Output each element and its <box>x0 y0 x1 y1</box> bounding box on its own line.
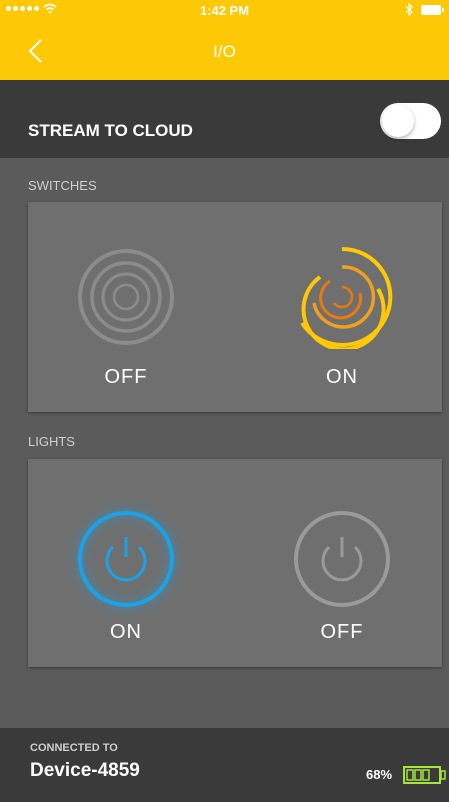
connected-to-label: CONNECTED TO <box>30 742 118 754</box>
switch-1-button[interactable] <box>74 245 178 349</box>
concentric-circles-icon <box>78 249 174 345</box>
status-right <box>405 3 444 16</box>
light-2-button[interactable] <box>292 509 392 609</box>
bluetooth-icon <box>405 3 413 16</box>
lights-panel: ON OFF <box>28 459 442 667</box>
toggle-knob <box>382 105 414 137</box>
lights-section-label: LIGHTS <box>28 434 75 449</box>
stream-to-cloud-toggle[interactable] <box>380 103 441 139</box>
light-1-label: ON <box>110 621 142 643</box>
switches-section-label: SWITCHES <box>28 178 97 193</box>
connection-footer: CONNECTED TO Device-4859 68% <box>0 728 449 802</box>
battery-segment <box>422 769 430 781</box>
battery-percent: 68% <box>366 767 393 782</box>
switches-panel: OFF ON <box>28 202 442 412</box>
concentric-circles-icon <box>300 246 393 352</box>
switch-2-button[interactable] <box>290 245 394 352</box>
light-2-label: OFF <box>320 621 364 643</box>
nav-bar: I/O <box>0 20 449 80</box>
status-bar: 1:42 PM <box>0 0 449 20</box>
device-name: Device-4859 <box>30 760 140 781</box>
status-time: 1:42 PM <box>199 3 250 18</box>
light-1-button[interactable] <box>76 509 176 609</box>
page-title: I/O <box>213 42 236 61</box>
battery-level-icon <box>403 766 446 784</box>
switch-1-label: OFF <box>104 366 148 388</box>
battery-icon <box>421 4 444 15</box>
stream-to-cloud-label: STREAM TO CLOUD <box>28 121 193 140</box>
power-icon <box>78 511 174 607</box>
battery-segment <box>414 769 422 781</box>
power-icon <box>294 511 390 607</box>
battery-segment <box>406 769 414 781</box>
switch-2-label: ON <box>326 366 358 388</box>
